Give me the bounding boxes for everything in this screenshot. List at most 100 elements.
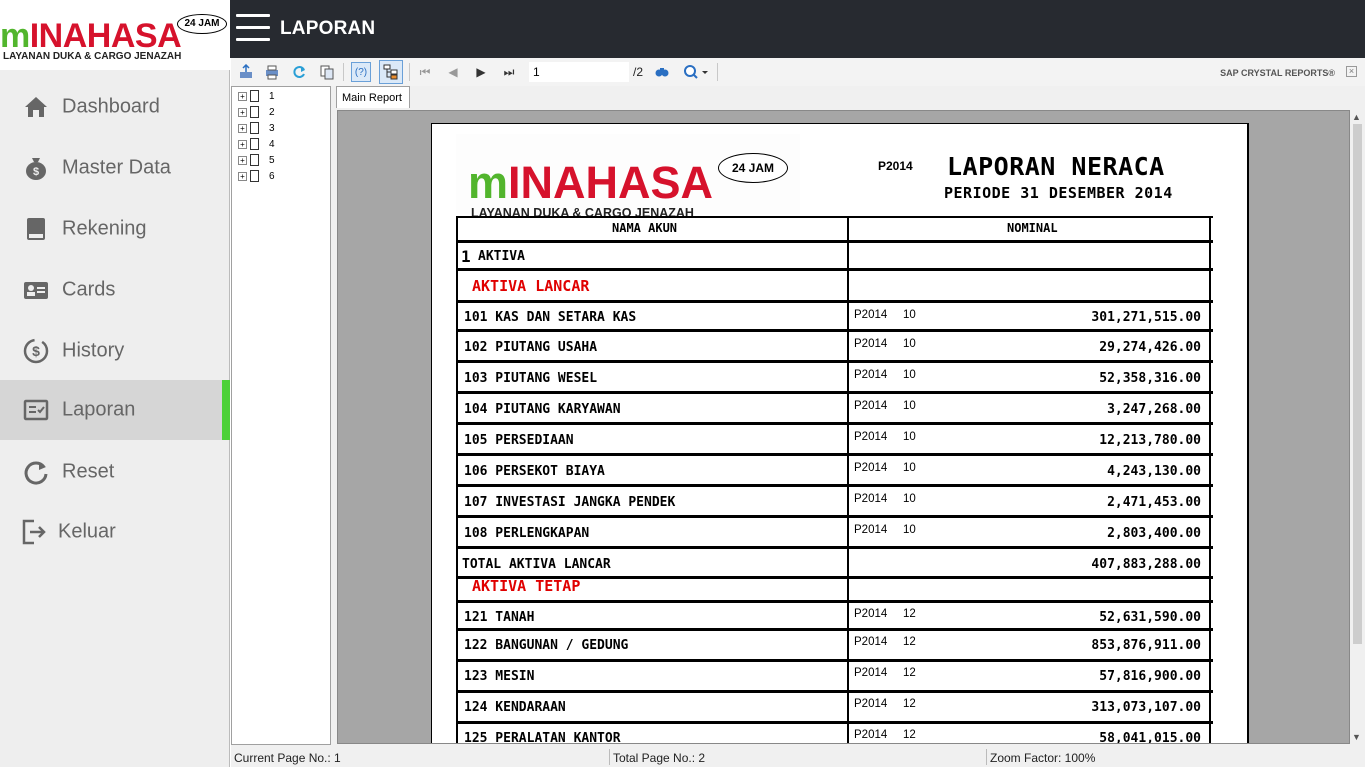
account-period: P2014	[854, 493, 888, 505]
dollar-history-icon: $	[23, 338, 49, 363]
page-total: /2	[633, 65, 644, 79]
table-row: 102 PIUTANG USAHA P2014 10 29,274,426.00	[456, 329, 1213, 360]
tree-node[interactable]: +4	[238, 137, 275, 151]
account-amount: 12,213,780.00	[1099, 433, 1201, 448]
account-group-code: 12	[903, 608, 916, 620]
sap-crystal-brand: SAP CRYSTAL REPORTS®	[1220, 68, 1335, 78]
sidebar-item-label: Dashboard	[62, 95, 160, 117]
viewer-toolbar: (?) ⏮ ◀ ▶ ⏭ 1 /2 SAP CRYSTAL REPORTS® ×	[231, 58, 1365, 86]
scroll-up-icon[interactable]: ▲	[1352, 112, 1361, 122]
sidebar-item-label: Master Data	[62, 156, 171, 178]
first-page-icon[interactable]: ⏮	[415, 62, 435, 82]
column-header-nama-akun: NAMA AKUN	[612, 221, 678, 235]
sidebar-item-cards[interactable]: Cards	[0, 259, 230, 320]
account-group-code: 12	[903, 667, 916, 679]
export-icon[interactable]	[236, 62, 256, 82]
account-name: 102 PIUTANG USAHA	[464, 340, 598, 355]
svg-text:$: $	[32, 343, 40, 359]
account-period: P2014	[854, 462, 888, 474]
previous-page-icon[interactable]: ◀	[443, 62, 463, 82]
report-page: mINAHASA 24 JAM LAYANAN DUKA & CARGO JEN…	[431, 123, 1249, 744]
sidebar-item-label: Laporan	[62, 398, 136, 421]
account-group-code: 10	[903, 524, 916, 536]
sidebar-item-history[interactable]: $ History	[0, 320, 230, 381]
page-icon	[250, 90, 259, 102]
account-period: P2014	[854, 524, 888, 536]
report-title: LAPORAN NERACA	[947, 152, 1165, 181]
report-canvas[interactable]: mINAHASA 24 JAM LAYANAN DUKA & CARGO JEN…	[337, 110, 1350, 744]
account-period: P2014	[854, 369, 888, 381]
account-group-code: 10	[903, 493, 916, 505]
scroll-thumb[interactable]	[1353, 124, 1362, 644]
account-period: P2014	[854, 400, 888, 412]
svg-text:$: $	[33, 166, 39, 178]
find-icon[interactable]	[652, 62, 672, 82]
account-period: P2014	[854, 338, 888, 350]
sidebar-item-rekening[interactable]: Rekening	[0, 198, 230, 259]
copy-icon[interactable]	[317, 62, 337, 82]
account-amount: 4,243,130.00	[1107, 464, 1201, 479]
sidebar-item-keluar[interactable]: Keluar	[0, 501, 230, 562]
status-total-page: Total Page No.: 2	[613, 751, 706, 765]
page-icon	[250, 122, 259, 134]
report-logo-text: mINAHASA	[468, 157, 714, 208]
account-amount: 57,816,900.00	[1099, 669, 1201, 684]
tab-main-report[interactable]: Main Report	[336, 86, 410, 108]
scroll-down-icon[interactable]: ▼	[1352, 732, 1361, 742]
account-amount: 2,471,453.00	[1107, 495, 1201, 510]
account-amount: 58,041,015.00	[1099, 731, 1201, 744]
table-row: 104 PIUTANG KARYAWAN P2014 10 3,247,268.00	[456, 391, 1213, 422]
account-group-code: 10	[903, 369, 916, 381]
account-amount: 853,876,911.00	[1091, 638, 1201, 653]
group-tree-toggle-icon[interactable]	[379, 60, 403, 84]
table-row: 121 TANAH P2014 12 52,631,590.00	[456, 600, 1213, 628]
refresh-report-icon[interactable]	[289, 62, 309, 82]
tree-node[interactable]: +6	[238, 169, 275, 183]
account-amount: 52,631,590.00	[1099, 610, 1201, 625]
account-group-code: 10	[903, 309, 916, 321]
account-name: 104 PIUTANG KARYAWAN	[464, 402, 621, 417]
print-icon[interactable]	[262, 62, 282, 82]
tree-node[interactable]: +1	[238, 89, 275, 103]
total-row: TOTAL AKTIVA LANCAR 407,883,288.00	[456, 546, 1213, 576]
last-page-icon[interactable]: ⏭	[499, 62, 519, 82]
sidebar-item-dashboard[interactable]: Dashboard	[0, 76, 230, 137]
report-icon	[23, 399, 49, 421]
app-logo: mINAHASA 24 JAM LAYANAN DUKA & CARGO JEN…	[0, 0, 230, 70]
account-group-code: 12	[903, 698, 916, 710]
status-current-page: Current Page No.: 1	[234, 751, 341, 765]
tree-node[interactable]: +5	[238, 153, 275, 167]
account-period: P2014	[854, 667, 888, 679]
crystal-report-viewer: (?) ⏮ ◀ ▶ ⏭ 1 /2 SAP CRYSTAL REPORTS® × …	[231, 58, 1365, 767]
sidebar-item-laporan[interactable]: Laporan	[0, 380, 230, 440]
refresh-icon	[24, 461, 48, 485]
page-icon	[250, 170, 259, 182]
hamburger-menu-icon[interactable]	[236, 14, 270, 42]
account-amount: 29,274,426.00	[1099, 340, 1201, 355]
table-row: 122 BANGUNAN / GEDUNG P2014 12 853,876,911.…	[456, 628, 1213, 659]
table-row: 101 KAS DAN SETARA KAS P2014 10 301,271,515…	[456, 300, 1213, 329]
table-row: 108 PERLENGKAPAN P2014 10 2,803,400.00	[456, 515, 1213, 546]
sidebar: mINAHASA 24 JAM LAYANAN DUKA & CARGO JEN…	[0, 0, 230, 767]
status-bar: Current Page No.: 1 Total Page No.: 2 Zo…	[231, 747, 1365, 767]
account-group-code: 10	[903, 462, 916, 474]
sidebar-item-master-data[interactable]: $ Master Data	[0, 137, 230, 198]
book-icon	[27, 217, 45, 240]
account-period: P2014	[854, 636, 888, 648]
next-page-icon[interactable]: ▶	[471, 62, 491, 82]
account-amount: 2,803,400.00	[1107, 526, 1201, 541]
vertical-scrollbar[interactable]: ▲ ▼	[1350, 110, 1365, 744]
expand-icon: +	[238, 155, 247, 165]
account-period: P2014	[854, 309, 888, 321]
expand-icon: +	[238, 107, 247, 117]
tree-node[interactable]: +3	[238, 121, 275, 135]
page-number-input[interactable]: 1	[529, 62, 629, 82]
expand-icon: +	[238, 139, 247, 149]
group-number: 1	[461, 247, 471, 266]
tree-node[interactable]: +2	[238, 105, 275, 119]
table-row: 105 PERSEDIAAN P2014 10 12,213,780.00	[456, 422, 1213, 453]
sidebar-item-reset[interactable]: Reset	[0, 441, 230, 502]
close-icon[interactable]: ×	[1346, 66, 1357, 77]
help-icon[interactable]: (?)	[351, 62, 371, 82]
zoom-icon[interactable]	[681, 62, 711, 82]
